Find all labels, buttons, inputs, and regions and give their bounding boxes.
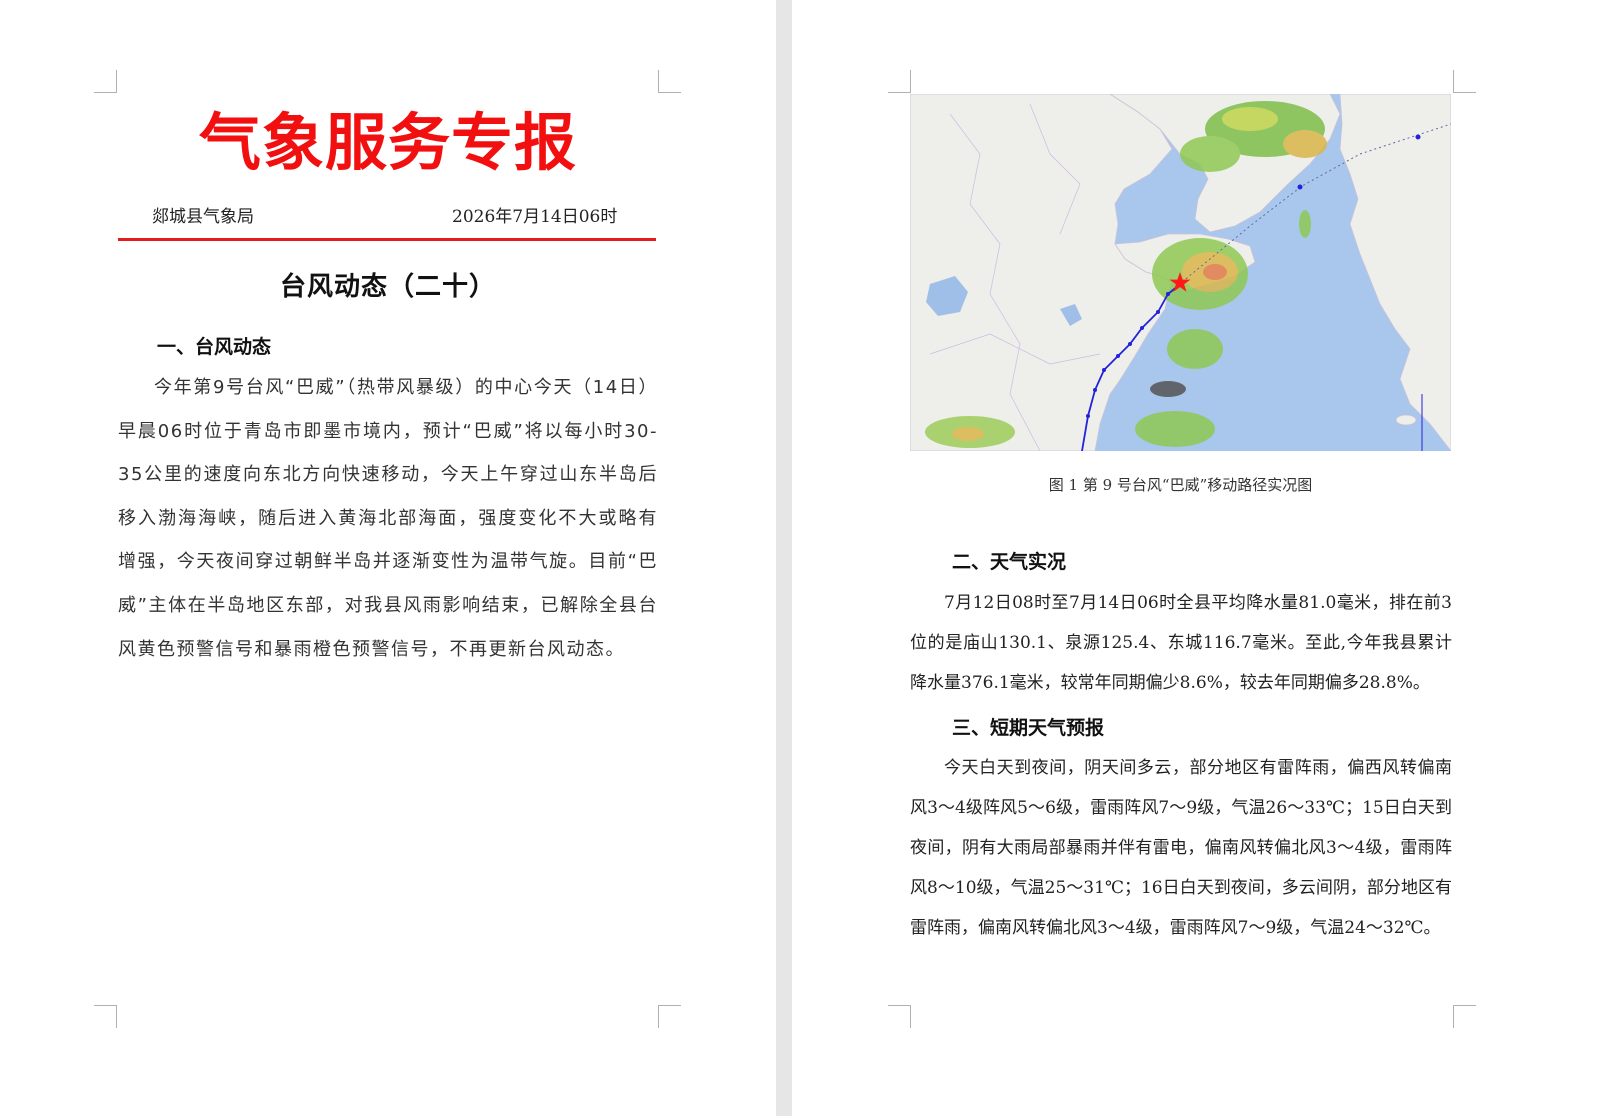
map-land-jeju bbox=[1395, 414, 1417, 426]
section-heading-forecast: 三、短期天气预报 bbox=[952, 717, 1105, 739]
typhoon-track-map bbox=[910, 94, 1451, 451]
document-page-1: 气象服务专报 郯城县气象局 2026年7月14日06时 台风动态（二十） 一、台… bbox=[0, 0, 776, 1116]
figure-caption: 图 1 第 9 号台风“巴威”移动路径实况图 bbox=[1048, 476, 1313, 494]
margin-mark-top-right bbox=[658, 70, 681, 93]
margin-mark-bottom-right bbox=[1453, 1005, 1476, 1028]
section-heading-typhoon: 一、台风动态 bbox=[157, 336, 272, 358]
issuer: 郯城县气象局 bbox=[152, 207, 254, 227]
masthead-title: 气象服务专报 bbox=[198, 106, 577, 179]
section-body-typhoon: 今年第9号台风“巴威”（热带风暴级）的中心今天（14日）早晨06时位于青岛市即墨… bbox=[118, 377, 658, 660]
margin-mark-bottom-right bbox=[658, 1005, 681, 1028]
document-title: 台风动态（二十） bbox=[279, 272, 496, 302]
masthead-divider bbox=[118, 238, 656, 241]
document-page-2: 图 1 第 9 号台风“巴威”移动路径实况图 二、天气实况 7月12日08时至7… bbox=[792, 0, 1600, 1116]
issue-time: 2026年7月14日06时 bbox=[452, 207, 618, 227]
margin-mark-bottom-left bbox=[94, 1005, 117, 1028]
section-body-forecast: 今天白天到夜间，阴天间多云，部分地区有雷阵雨，偏西风转偏南风3～4级阵风5～6级… bbox=[910, 758, 1452, 938]
section-heading-observations: 二、天气实况 bbox=[952, 551, 1067, 573]
margin-mark-top-right bbox=[1453, 70, 1476, 93]
margin-mark-bottom-left bbox=[888, 1005, 911, 1028]
margin-mark-top-left bbox=[94, 70, 117, 93]
margin-mark-top-left bbox=[888, 70, 911, 93]
page-gutter bbox=[776, 0, 792, 1116]
section-body-observations: 7月12日08时至7月14日06时全县平均降水量81.0毫米，排在前3位的是庙山… bbox=[910, 593, 1452, 693]
